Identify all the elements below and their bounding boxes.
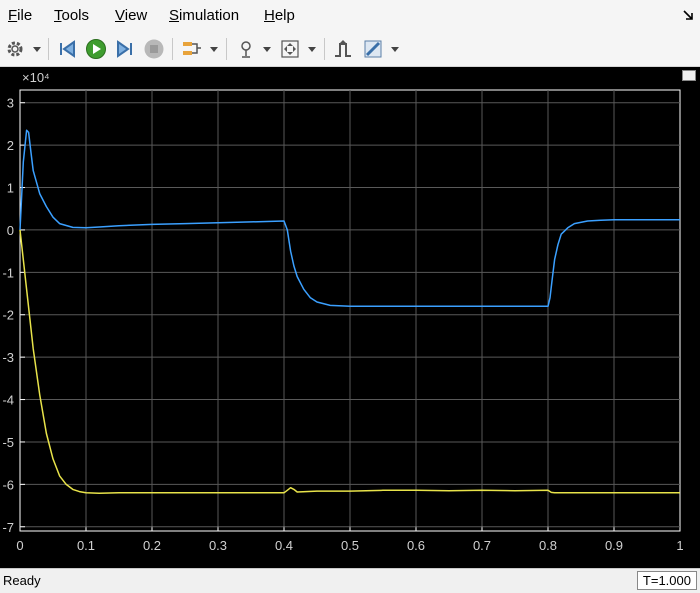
y-tick-label: 0	[7, 223, 14, 238]
y-tick-label: -5	[2, 435, 14, 450]
stop-icon[interactable]	[142, 37, 166, 61]
scope-display[interactable]: 0 0.1 0.2 0.3 0.4 0.5 0.6 0.7 0.8 0.9 1 3 2 1 0 -1 -2 -3 -…	[0, 67, 700, 568]
toolbar-separator	[324, 38, 325, 60]
run-icon[interactable]	[84, 37, 108, 61]
x-tick-label: 0.5	[341, 538, 359, 553]
simulation-time: T=1.000	[636, 571, 697, 590]
x-tick-label: 0.9	[605, 538, 623, 553]
y-tick-label: 3	[7, 96, 14, 111]
toolbar-separator	[48, 38, 49, 60]
y-tick-label: -2	[2, 308, 14, 323]
menu-tools[interactable]: Tools	[52, 6, 91, 26]
signal-select-dropdown-chevron-down-icon[interactable]	[209, 37, 219, 61]
gear-dropdown-chevron-down-icon[interactable]	[32, 37, 42, 61]
y-tick-label: -6	[2, 477, 14, 492]
y-tick-label: -1	[2, 265, 14, 280]
y-tick-label: 2	[7, 138, 14, 153]
fit-to-view-icon[interactable]	[278, 37, 302, 61]
status-bar: Ready T=1.000	[0, 568, 700, 593]
step-forward-icon[interactable]	[112, 37, 136, 61]
x-tick-label: 0.8	[539, 538, 557, 553]
x-tick-label: 0	[16, 538, 23, 553]
gear-icon[interactable]	[3, 37, 27, 61]
measurements-icon[interactable]	[361, 37, 385, 61]
menu-file[interactable]: File	[6, 6, 34, 26]
menu-help[interactable]: Help	[262, 6, 297, 26]
y-tick-label: 1	[7, 181, 14, 196]
y-tick-label: -7	[2, 520, 14, 535]
y-exponent-label: ×10⁴	[22, 70, 50, 85]
y-tick-label: -3	[2, 350, 14, 365]
x-tick-label: 0.7	[473, 538, 491, 553]
toolbar-separator	[172, 38, 173, 60]
toolbar	[0, 32, 700, 67]
dock-arrow-icon[interactable]	[682, 8, 696, 22]
x-tick-label: 1	[676, 538, 683, 553]
menu-view[interactable]: View	[113, 6, 149, 26]
signal-select-icon[interactable]	[180, 37, 204, 61]
menu-simulation[interactable]: Simulation	[167, 6, 241, 26]
x-tick-label: 0.1	[77, 538, 95, 553]
undock-button[interactable]	[682, 70, 696, 81]
toolbar-separator	[226, 38, 227, 60]
menu-bar: File Tools View Simulation Help	[0, 0, 700, 32]
measurements-dropdown-chevron-down-icon[interactable]	[390, 37, 400, 61]
x-tick-label: 0.6	[407, 538, 425, 553]
step-back-icon[interactable]	[56, 37, 80, 61]
fit-dropdown-chevron-down-icon[interactable]	[307, 37, 317, 61]
x-tick-label: 0.4	[275, 538, 293, 553]
triggers-icon[interactable]	[331, 37, 355, 61]
zoom-dropdown-chevron-down-icon[interactable]	[262, 37, 272, 61]
x-tick-label: 0.3	[209, 538, 227, 553]
status-text: Ready	[3, 573, 41, 588]
scope-plot: 0 0.1 0.2 0.3 0.4 0.5 0.6 0.7 0.8 0.9 1 3 2 1 0 -1 -2 -3 -…	[2, 70, 683, 553]
zoom-icon[interactable]	[234, 37, 258, 61]
y-tick-label: -4	[2, 393, 14, 408]
x-tick-label: 0.2	[143, 538, 161, 553]
